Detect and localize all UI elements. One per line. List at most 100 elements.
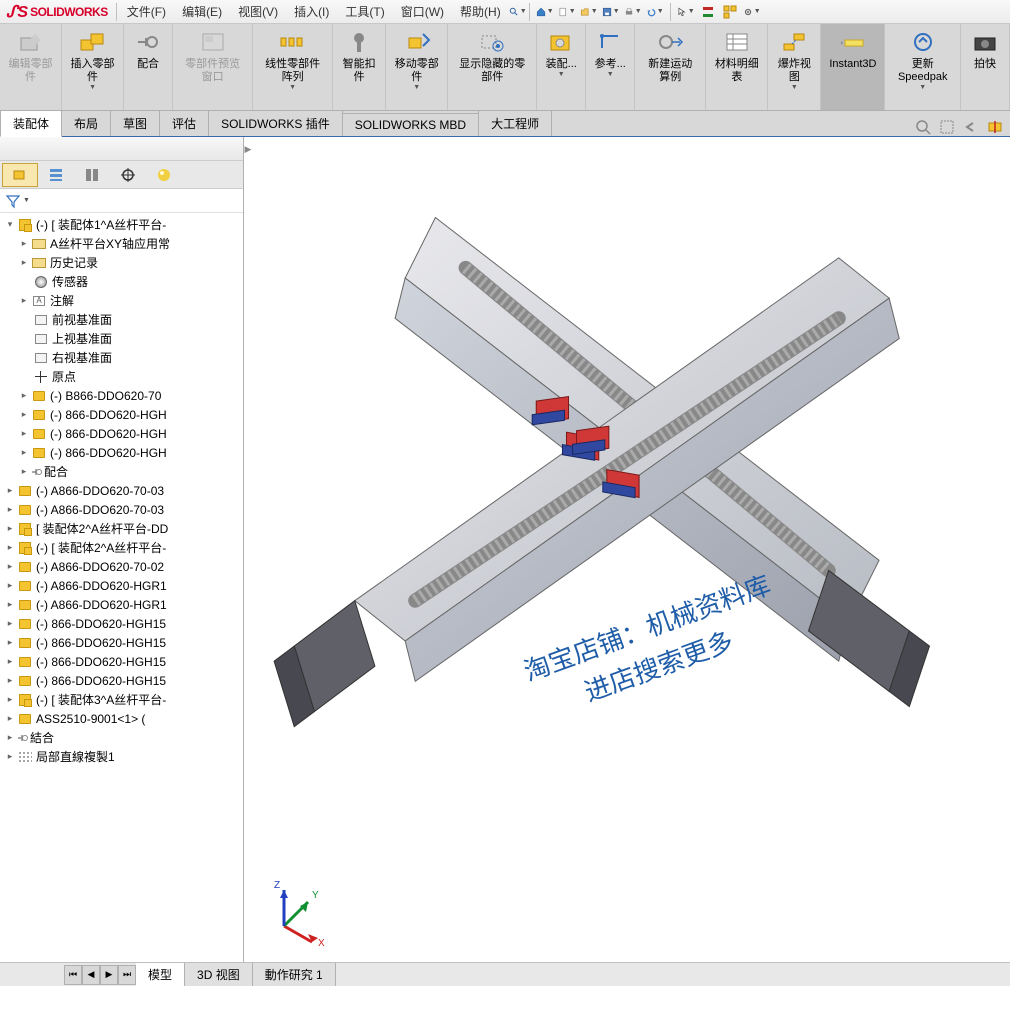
home-icon[interactable]: ▼ <box>536 3 554 21</box>
dimxpert-tab-icon[interactable] <box>110 163 146 187</box>
tree-component[interactable]: ▸(-) 866-DDO620-HGH15 <box>0 671 243 690</box>
search-icon[interactable]: ▼ <box>509 3 527 21</box>
tab-layout[interactable]: 布局 <box>61 110 111 136</box>
settings-icon[interactable]: ▼ <box>743 3 761 21</box>
tab-evaluate[interactable]: 评估 <box>159 110 209 136</box>
nav-prev-icon[interactable]: ◀ <box>82 965 100 985</box>
tree-subassembly[interactable]: ▸(-) [ 装配体3^A丝杆平台- <box>0 690 243 709</box>
tree-component[interactable]: ▸(-) 866-DDO620-HGH15 <box>0 614 243 633</box>
tree-pattern[interactable]: ▸局部直線複製1 <box>0 747 243 766</box>
bottom-tab-3dview[interactable]: 3D 视图 <box>185 963 253 986</box>
zoom-area-icon[interactable] <box>938 118 956 136</box>
tree-mates[interactable]: ▸配合 <box>0 462 243 481</box>
ribbon-move-component[interactable]: 移动零部件 ▼ <box>386 24 448 110</box>
chevron-down-icon: ▼ <box>919 84 926 91</box>
tree-component[interactable]: ▸(-) A866-DDO620-70-03 <box>0 500 243 519</box>
menu-file[interactable]: 文件(F) <box>119 3 174 20</box>
tree-origin[interactable]: 原点 <box>0 367 243 386</box>
expand-icon[interactable]: ▸ <box>18 257 30 268</box>
tree-component[interactable]: ▸(-) A866-DDO620-HGR1 <box>0 576 243 595</box>
menu-window[interactable]: 窗口(W) <box>393 3 452 20</box>
ribbon-reference-geometry[interactable]: 参考... ▼ <box>586 24 635 110</box>
section-view-icon[interactable] <box>986 118 1004 136</box>
feature-manager-tab-icon[interactable] <box>2 163 38 187</box>
ribbon-show-hidden[interactable]: 显示隐藏的零部件 <box>448 24 537 110</box>
select-icon[interactable]: ▼ <box>677 3 695 21</box>
tree-component[interactable]: ▸(-) 866-DDO620-HGH15 <box>0 652 243 671</box>
tab-assembly[interactable]: 装配体 <box>0 110 62 137</box>
ribbon-insert-component[interactable]: 插入零部件 ▼ <box>62 24 124 110</box>
tree-component[interactable]: ▸(-) B866-DDO620-70 <box>0 386 243 405</box>
tree-component[interactable]: ▸(-) A866-DDO620-70-03 <box>0 481 243 500</box>
tree-item[interactable]: ▸历史记录 <box>0 253 243 272</box>
instant3d-icon <box>837 28 869 56</box>
tab-sketch[interactable]: 草图 <box>110 110 160 136</box>
graphics-viewport[interactable]: 淘宝店铺：机械资料库 进店搜索更多 X Y Z <box>244 137 1010 986</box>
ribbon-snapshot[interactable]: 拍快 <box>961 24 1010 110</box>
collapse-icon[interactable]: ▾ <box>4 219 16 230</box>
tab-sw-addins[interactable]: SOLIDWORKS 插件 <box>208 110 343 136</box>
menu-tools[interactable]: 工具(T) <box>337 3 392 20</box>
menu-edit[interactable]: 编辑(E) <box>174 3 230 20</box>
tree-item[interactable]: 传感器 <box>0 272 243 291</box>
tree-plane[interactable]: 上视基准面 <box>0 329 243 348</box>
ribbon-exploded-view[interactable]: 爆炸视图 ▼ <box>768 24 821 110</box>
tree-subassembly[interactable]: ▸[ 装配体2^A丝杆平台-DD <box>0 519 243 538</box>
tree-component[interactable]: ▸(-) A866-DDO620-HGR1 <box>0 595 243 614</box>
tree-root[interactable]: ▾(-) [ 装配体1^A丝杆平台- <box>0 215 243 234</box>
zoom-fit-icon[interactable] <box>914 118 932 136</box>
ribbon-assembly-features[interactable]: 装配... ▼ <box>537 24 586 110</box>
ribbon-edit-component[interactable]: 编辑零部件 <box>0 24 62 110</box>
menu-view[interactable]: 视图(V) <box>230 3 286 20</box>
property-manager-tab-icon[interactable] <box>38 163 74 187</box>
ribbon-new-motion-study[interactable]: 新建运动算例 <box>635 24 706 110</box>
ribbon-update-speedpak[interactable]: 更新Speedpak ▼ <box>885 24 961 110</box>
ribbon-bom[interactable]: 材料明细表 <box>706 24 768 110</box>
save-icon[interactable]: ▼ <box>602 3 620 21</box>
bottom-tab-motion[interactable]: 動作研究 1 <box>253 963 336 986</box>
chevron-down-icon[interactable]: ▼ <box>23 197 30 204</box>
config-manager-tab-icon[interactable] <box>74 163 110 187</box>
expand-icon[interactable]: ▸ <box>18 295 30 306</box>
bottom-tab-model[interactable]: 模型 <box>136 963 185 986</box>
undo-icon[interactable]: ▼ <box>646 3 664 21</box>
options-icon[interactable] <box>721 3 739 21</box>
tree-component[interactable]: ▸(-) 866-DDO620-HGH <box>0 424 243 443</box>
menu-help[interactable]: 帮助(H) <box>452 3 509 20</box>
tree-component[interactable]: ▸(-) A866-DDO620-70-02 <box>0 557 243 576</box>
tree-component[interactable]: ▸(-) 866-DDO620-HGH <box>0 405 243 424</box>
print-icon[interactable]: ▼ <box>624 3 642 21</box>
tree-plane[interactable]: 前视基准面 <box>0 310 243 329</box>
ribbon-mate[interactable]: 配合 <box>124 24 173 110</box>
sheet-nav: ⏮ ◀ ▶ ⏭ <box>64 965 136 985</box>
expand-icon[interactable]: ▸ <box>18 238 30 249</box>
ribbon-smart-fasteners[interactable]: 智能扣件 <box>333 24 386 110</box>
tab-sw-mbd[interactable]: SOLIDWORKS MBD <box>342 113 479 136</box>
tree-component[interactable]: ▸(-) 866-DDO620-HGH15 <box>0 633 243 652</box>
new-icon[interactable]: ▼ <box>558 3 576 21</box>
view-triad[interactable]: X Y Z <box>264 876 334 946</box>
tree-component[interactable]: ▸ASS2510-9001<1> ( <box>0 709 243 728</box>
rebuild-icon[interactable] <box>699 3 717 21</box>
previous-view-icon[interactable] <box>962 118 980 136</box>
display-manager-tab-icon[interactable] <box>146 163 182 187</box>
panel-splitter[interactable] <box>244 137 252 161</box>
menu-insert[interactable]: 插入(I) <box>286 3 337 20</box>
ribbon-instant3d[interactable]: Instant3D <box>821 24 885 110</box>
tree-plane[interactable]: 右视基准面 <box>0 348 243 367</box>
tree-item[interactable]: ▸A丝杆平台XY轴应用常 <box>0 234 243 253</box>
ribbon-linear-pattern[interactable]: 线性零部件阵列 ▼ <box>253 24 333 110</box>
open-icon[interactable]: ▼ <box>580 3 598 21</box>
bom-icon <box>721 28 753 56</box>
tree-subassembly[interactable]: ▸(-) [ 装配体2^A丝杆平台- <box>0 538 243 557</box>
nav-next-icon[interactable]: ▶ <box>100 965 118 985</box>
feature-tree[interactable]: ▾(-) [ 装配体1^A丝杆平台- ▸A丝杆平台XY轴应用常 ▸历史记录 传感… <box>0 213 243 970</box>
tree-item[interactable]: ▸注解 <box>0 291 243 310</box>
ribbon-preview-window[interactable]: 零部件预览窗口 <box>173 24 253 110</box>
nav-last-icon[interactable]: ⏭ <box>118 965 136 985</box>
tree-mates[interactable]: ▸結合 <box>0 728 243 747</box>
nav-first-icon[interactable]: ⏮ <box>64 965 82 985</box>
filter-icon[interactable] <box>4 192 22 210</box>
tree-component[interactable]: ▸(-) 866-DDO620-HGH <box>0 443 243 462</box>
tab-engineer[interactable]: 大工程师 <box>478 110 552 136</box>
